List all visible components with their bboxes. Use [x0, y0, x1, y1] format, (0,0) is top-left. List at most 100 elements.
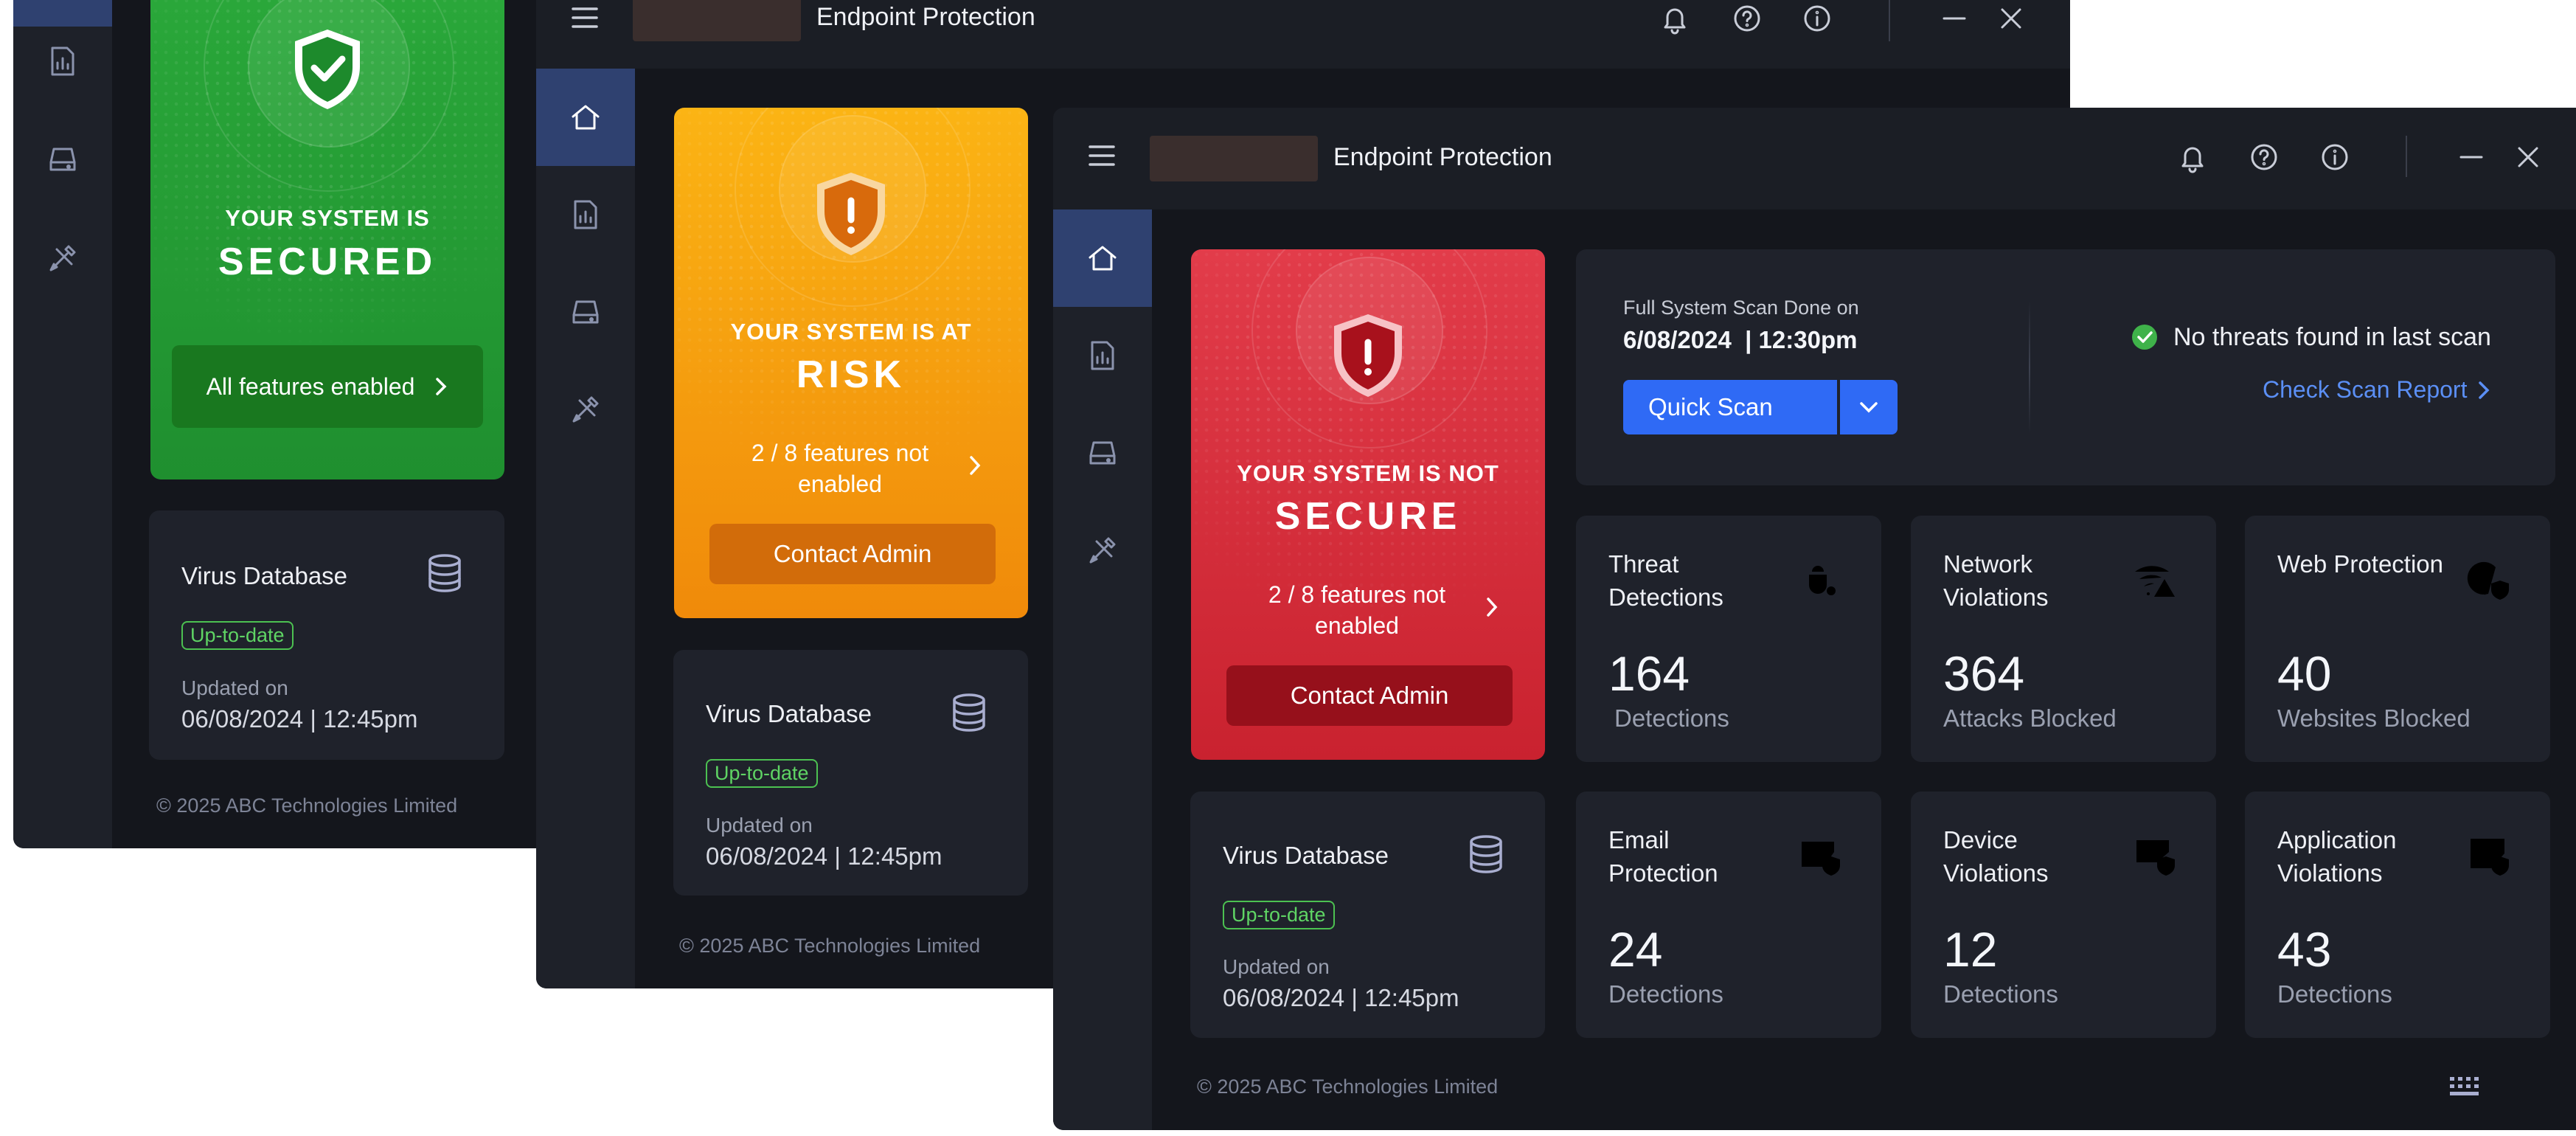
- updated-value: 06/08/2024 | 12:45pm: [181, 705, 418, 732]
- bug-target-icon: [1805, 563, 1839, 598]
- metric-value: 364: [1943, 646, 2025, 701]
- home-icon: [572, 105, 600, 130]
- sidebar: [13, 0, 112, 848]
- minimize-button[interactable]: [2453, 139, 2490, 176]
- metric-value: 43: [2277, 922, 2332, 977]
- metric-title: Threat Detections: [1608, 550, 1723, 611]
- scan-card: Full System Scan Done on 6/08/2024 | 12:…: [1576, 249, 2555, 485]
- info-icon: [1804, 5, 1830, 32]
- close-icon: [2001, 8, 2021, 29]
- help-button[interactable]: [2246, 139, 2282, 176]
- keyboard-icon[interactable]: [2450, 1077, 2479, 1099]
- notifications-button[interactable]: [2174, 139, 2211, 176]
- sidebar-item-home[interactable]: [536, 69, 635, 166]
- check-scan-report-link[interactable]: Check Scan Report: [2263, 376, 2490, 404]
- status-line2: SECURE: [1274, 495, 1462, 538]
- sidebar: [1053, 209, 1152, 1130]
- drive-icon: [49, 148, 76, 171]
- metric-title: Device Violations: [1943, 826, 2049, 887]
- metric-card-email-protection[interactable]: Email Protection 24 Detections: [1576, 792, 1881, 1038]
- help-icon: [2251, 144, 2277, 170]
- features-note[interactable]: 2 / 8 features not enabled: [733, 438, 947, 499]
- minimize-icon: [2459, 156, 2483, 159]
- status-badge: Up-to-date: [181, 621, 294, 650]
- title-bar: Endpoint Protection: [1053, 108, 2576, 209]
- metric-unit: Detections: [1608, 980, 1723, 1008]
- metric-card-web-protection[interactable]: Web Protection 40 Websites Blocked: [2245, 516, 2550, 762]
- sidebar-item-tools[interactable]: [13, 234, 112, 283]
- all-features-button[interactable]: All features enabled: [172, 345, 483, 428]
- database-icon: [428, 554, 461, 592]
- status-line2: SECURED: [218, 240, 437, 283]
- check-circle-icon: [2132, 325, 2157, 350]
- bell-icon: [2181, 147, 2204, 173]
- updated-label: Updated on: [181, 676, 288, 699]
- brand-logo: [1150, 136, 1318, 181]
- wifi-warning-icon: [2135, 566, 2175, 597]
- chevron-right-icon[interactable]: [968, 454, 982, 477]
- notifications-button[interactable]: [1656, 0, 1693, 37]
- metric-value: 40: [2277, 646, 2332, 701]
- metric-card-network-violations[interactable]: Network Violations 364 Attacks Blocked: [1911, 516, 2216, 762]
- sidebar-item-reports[interactable]: [13, 37, 112, 86]
- titlebar-divider: [1889, 0, 1890, 41]
- close-button[interactable]: [1993, 0, 2030, 37]
- quick-scan-button[interactable]: Quick Scan: [1623, 380, 1837, 434]
- status-card-at-risk: YOUR SYSTEM IS AT RISK 2 / 8 features no…: [674, 108, 1028, 618]
- help-button[interactable]: [1729, 0, 1766, 37]
- menu-icon[interactable]: [570, 3, 600, 32]
- sidebar-item-home[interactable]: [13, 0, 112, 27]
- metric-value: 24: [1608, 922, 1663, 977]
- metric-value: 164: [1608, 646, 1690, 701]
- sidebar-item-devices[interactable]: [536, 263, 635, 361]
- metric-unit: Websites Blocked: [2277, 704, 2471, 732]
- close-button[interactable]: [2510, 139, 2547, 176]
- metric-card-threat-detections[interactable]: Threat Detections 164 Detections: [1576, 516, 1881, 762]
- info-button[interactable]: [1799, 0, 1836, 37]
- app-title: Endpoint Protection: [816, 3, 1035, 31]
- status-card-not-secure: YOUR SYSTEM IS NOT SECURE 2 / 8 features…: [1191, 249, 1545, 760]
- updated-value: 06/08/2024 | 12:45pm: [706, 842, 942, 870]
- sidebar-item-devices[interactable]: [13, 135, 112, 184]
- features-note[interactable]: 2 / 8 features not enabled: [1250, 580, 1464, 641]
- tools-icon: [572, 396, 599, 423]
- updated-label: Updated on: [1223, 955, 1330, 978]
- bell-icon: [1664, 8, 1686, 35]
- metric-card-application-violations[interactable]: Application Violations 43 Detections: [2245, 792, 2550, 1038]
- home-icon: [1089, 246, 1117, 271]
- metric-title: Network Violations: [1943, 550, 2049, 611]
- no-threats-text: No threats found in last scan: [2173, 323, 2491, 351]
- titlebar-divider: [2406, 136, 2407, 177]
- menu-icon[interactable]: [1087, 141, 1117, 170]
- sidebar-item-reports[interactable]: [536, 166, 635, 263]
- info-icon: [2322, 144, 2348, 170]
- close-icon: [2518, 147, 2538, 167]
- sidebar-item-reports[interactable]: [1053, 307, 1152, 404]
- contact-admin-button[interactable]: Contact Admin: [1226, 665, 1513, 726]
- status-badge: Up-to-date: [1223, 901, 1335, 929]
- metric-unit: Attacks Blocked: [1943, 704, 2117, 732]
- chevron-right-icon[interactable]: [1485, 596, 1499, 618]
- status-line1: YOUR SYSTEM IS AT: [730, 319, 972, 344]
- metric-title: Email Protection: [1608, 826, 1718, 887]
- sidebar-item-tools[interactable]: [536, 361, 635, 458]
- virus-database-card: Virus Database Up-to-date Updated on 06/…: [1190, 792, 1545, 1038]
- scan-options-dropdown[interactable]: [1840, 380, 1898, 434]
- chevron-right-icon: [436, 378, 447, 395]
- chevron-right-icon: [2479, 381, 2490, 399]
- info-button[interactable]: [2316, 139, 2353, 176]
- app-title: Endpoint Protection: [1333, 143, 1552, 171]
- sidebar-item-devices[interactable]: [1053, 404, 1152, 502]
- minimize-button[interactable]: [1936, 0, 1973, 37]
- minimize-icon: [1943, 17, 1966, 20]
- report-icon: [1091, 341, 1114, 370]
- sidebar-item-tools[interactable]: [1053, 502, 1152, 599]
- chevron-down-icon: [1860, 402, 1878, 413]
- status-line1: YOUR SYSTEM IS: [225, 205, 430, 231]
- drive-icon: [572, 300, 599, 324]
- sidebar-item-home[interactable]: [1053, 209, 1152, 307]
- contact-admin-button[interactable]: Contact Admin: [709, 524, 996, 584]
- metric-card-device-violations[interactable]: Device Violations 12 Detections: [1911, 792, 2216, 1038]
- footer: © 2025 ABC Technologies Limited: [156, 794, 458, 817]
- database-icon: [1470, 835, 1502, 873]
